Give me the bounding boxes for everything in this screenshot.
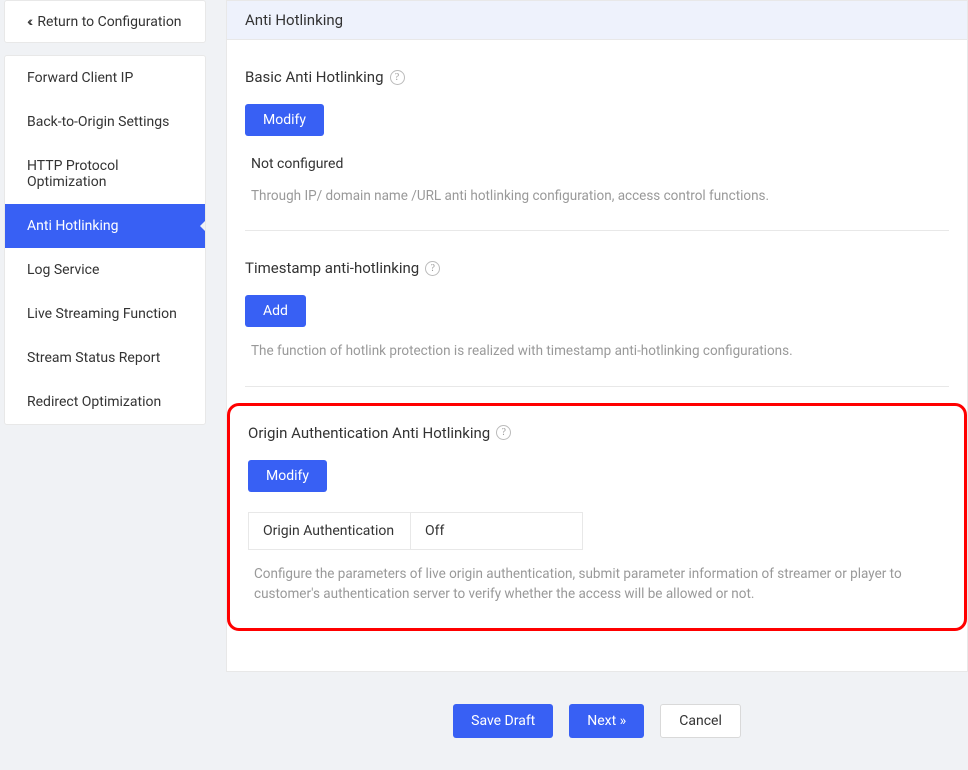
sidebar-item-forward-client-ip[interactable]: Forward Client IP xyxy=(5,56,205,100)
sidebar-item-log-service[interactable]: Log Service xyxy=(5,248,205,292)
return-label: Return to Configuration xyxy=(37,14,181,30)
modify-button-basic[interactable]: Modify xyxy=(245,104,324,136)
section-basic-anti-hotlinking: Basic Anti Hotlinking ? Modify Not confi… xyxy=(245,40,949,231)
origin-config-table: Origin Authentication Off xyxy=(248,512,583,550)
return-to-configuration[interactable]: ‹‹ Return to Configuration xyxy=(4,0,206,43)
section-timestamp-anti-hotlinking: Timestamp anti-hotlinking ? Add The func… xyxy=(245,231,949,386)
section-origin-authentication: Origin Authentication Anti Hotlinking ? … xyxy=(248,406,946,605)
footer-buttons: Save Draft Next » Cancel xyxy=(226,672,968,770)
section-title-basic: Basic Anti Hotlinking xyxy=(245,68,384,86)
table-value-origin-auth: Off xyxy=(411,512,583,549)
divider xyxy=(245,386,949,387)
description-origin: Configure the parameters of live origin … xyxy=(254,564,946,605)
status-basic: Not configured xyxy=(251,156,949,172)
sidebar-item-live-streaming[interactable]: Live Streaming Function xyxy=(5,292,205,336)
table-label-origin-auth: Origin Authentication xyxy=(249,512,411,549)
table-row: Origin Authentication Off xyxy=(249,512,583,549)
sidebar-item-stream-status-report[interactable]: Stream Status Report xyxy=(5,336,205,380)
add-button-timestamp[interactable]: Add xyxy=(245,295,306,327)
next-button[interactable]: Next » xyxy=(569,704,644,738)
sidebar-item-anti-hotlinking[interactable]: Anti Hotlinking xyxy=(5,204,205,248)
help-icon[interactable]: ? xyxy=(390,70,405,85)
panel-header: Anti Hotlinking xyxy=(227,1,967,40)
help-icon[interactable]: ? xyxy=(425,261,440,276)
cancel-button[interactable]: Cancel xyxy=(660,704,741,738)
sidebar-item-back-to-origin[interactable]: Back-to-Origin Settings xyxy=(5,100,205,144)
description-timestamp: The function of hotlink protection is re… xyxy=(251,341,949,361)
highlighted-section: Origin Authentication Anti Hotlinking ? … xyxy=(227,403,967,632)
sidebar-item-http-protocol-optimization[interactable]: HTTP Protocol Optimization xyxy=(5,144,205,204)
section-title-origin: Origin Authentication Anti Hotlinking xyxy=(248,424,490,442)
help-icon[interactable]: ? xyxy=(496,425,511,440)
sidebar-nav: Forward Client IP Back-to-Origin Setting… xyxy=(4,55,206,425)
description-basic: Through IP/ domain name /URL anti hotlin… xyxy=(251,186,949,206)
section-title-timestamp: Timestamp anti-hotlinking xyxy=(245,259,419,277)
save-draft-button[interactable]: Save Draft xyxy=(453,704,553,738)
modify-button-origin[interactable]: Modify xyxy=(248,460,327,492)
sidebar-item-redirect-optimization[interactable]: Redirect Optimization xyxy=(5,380,205,424)
